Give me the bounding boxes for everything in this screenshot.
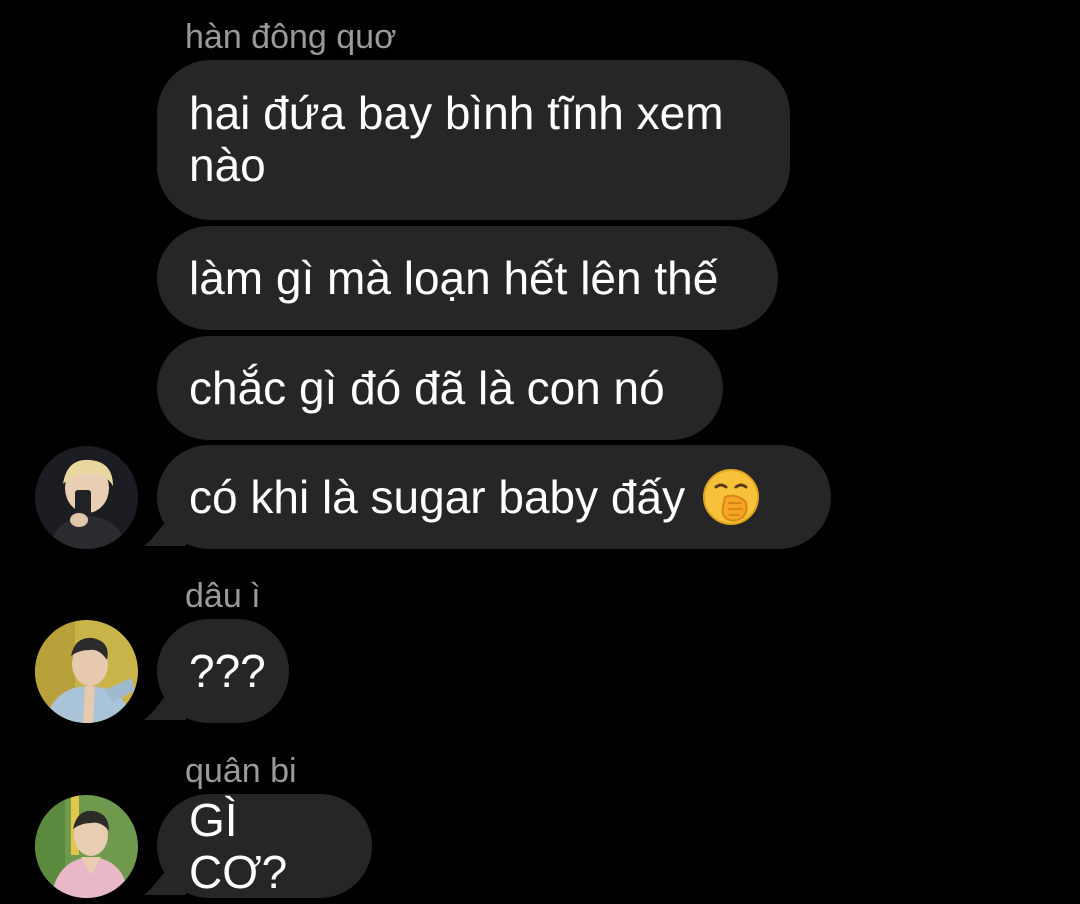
message-text: làm gì mà loạn hết lên thế xyxy=(189,252,719,304)
message-bubble[interactable]: hai đứa bay bình tĩnh xem nào xyxy=(157,60,790,220)
message-text: GÌ CƠ? xyxy=(189,794,288,898)
message-bubble[interactable]: có khi là sugar baby đấy xyxy=(157,445,831,549)
sender-name-dau-i: dâu ì xyxy=(185,577,261,615)
message-text: có khi là sugar baby đấy xyxy=(189,471,686,523)
message-bubble[interactable]: chắc gì đó đã là con nó xyxy=(157,336,723,440)
message-text: chắc gì đó đã là con nó xyxy=(189,362,665,414)
face-with-hand-over-mouth-icon xyxy=(701,467,761,527)
message-text: hai đứa bay bình tĩnh xem nào xyxy=(189,87,724,191)
avatar-han-dong-quo[interactable] xyxy=(35,446,138,549)
avatar-quan-bi[interactable] xyxy=(35,795,138,898)
message-text: ??? xyxy=(189,645,266,697)
avatar-dau-i[interactable] xyxy=(35,620,138,723)
message-bubble[interactable]: GÌ CƠ? xyxy=(157,794,372,898)
message-bubble[interactable]: làm gì mà loạn hết lên thế xyxy=(157,226,778,330)
sender-name-quan-bi: quân bi xyxy=(185,752,297,790)
sender-name-han-dong-quo: hàn đông quơ xyxy=(185,18,397,56)
